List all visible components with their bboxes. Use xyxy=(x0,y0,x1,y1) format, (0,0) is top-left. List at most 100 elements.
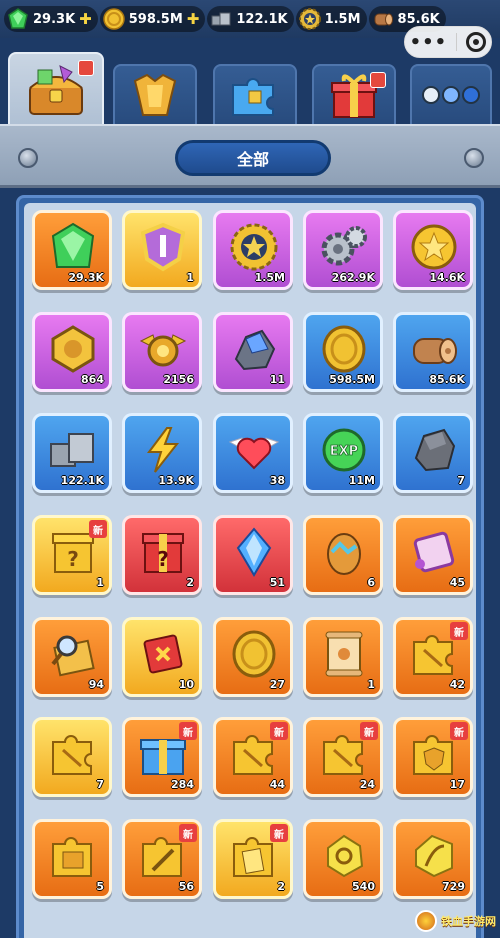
inventory-item[interactable]: 1 xyxy=(303,617,383,697)
puzzle-fragment-icon xyxy=(45,726,101,782)
star-coin-icon xyxy=(406,219,462,275)
inventory-item[interactable]: 729 xyxy=(393,819,473,899)
mystery-red-box-icon: ? xyxy=(135,524,191,580)
inventory-item[interactable]: ? 2 xyxy=(122,515,202,595)
inventory-item[interactable]: 24 新 xyxy=(303,717,383,797)
blue-crystal-ore-icon xyxy=(226,321,282,377)
wood-log-icon xyxy=(406,321,462,377)
inventory-item[interactable]: 14.6K xyxy=(393,210,473,290)
inventory-item[interactable]: 6 xyxy=(303,515,383,595)
inventory-item[interactable]: 45 xyxy=(393,515,473,595)
item-quantity: 6 xyxy=(367,576,375,589)
item-quantity: 1.5M xyxy=(254,271,285,284)
watermark-text: 铁血手游网 xyxy=(441,915,496,928)
winged-medal-icon xyxy=(135,321,191,377)
inventory-item[interactable]: 7 xyxy=(32,717,112,797)
inventory-item[interactable]: 122.1K xyxy=(32,413,112,493)
inventory-item[interactable]: 10 xyxy=(122,617,202,697)
book-puzzle-icon xyxy=(45,828,101,884)
inventory-item[interactable]: 598.5M xyxy=(303,312,383,392)
item-quantity: 38 xyxy=(269,474,285,487)
inventory-item[interactable]: 540 xyxy=(303,819,383,899)
star-gear-medal-icon xyxy=(226,219,282,275)
inventory-item[interactable]: 7 xyxy=(393,413,473,493)
inventory-item[interactable]: 27 xyxy=(213,617,293,697)
item-quantity: 10 xyxy=(178,678,194,691)
yellow-bow-stone-icon xyxy=(406,828,462,884)
red-scroll-icon xyxy=(135,626,191,682)
iron-ingot-icon xyxy=(45,422,101,478)
item-quantity: 262.9K xyxy=(331,271,375,284)
new-tag: 新 xyxy=(450,722,468,740)
gears-icon xyxy=(316,219,372,275)
yellow-rune-stone-icon xyxy=(316,828,372,884)
item-quantity: 85.6K xyxy=(429,373,465,386)
item-quantity: 13.9K xyxy=(158,474,194,487)
item-quantity: 1 xyxy=(96,576,104,589)
inventory-item[interactable]: 2156 xyxy=(122,312,202,392)
inventory-item[interactable]: 262.9K xyxy=(303,210,383,290)
item-quantity: 7 xyxy=(457,474,465,487)
inventory-item[interactable]: 94 xyxy=(32,617,112,697)
item-quantity: 11 xyxy=(269,373,285,386)
gold-shield-badge-icon xyxy=(45,321,101,377)
blue-crystal-icon xyxy=(226,524,282,580)
lightning-icon xyxy=(135,422,191,478)
item-quantity: 14.6K xyxy=(429,271,465,284)
svg-text:EXP: EXP xyxy=(330,444,358,459)
inventory-item[interactable]: 864 xyxy=(32,312,112,392)
svg-text:?: ? xyxy=(67,547,79,571)
item-quantity: 94 xyxy=(88,678,104,691)
item-quantity: 2 xyxy=(186,576,194,589)
stone-ore-icon xyxy=(406,422,462,478)
item-quantity: 2156 xyxy=(163,373,194,386)
item-quantity: 1 xyxy=(367,678,375,691)
inventory-item[interactable]: 17 新 xyxy=(393,717,473,797)
inventory-item[interactable]: 11 xyxy=(213,312,293,392)
inventory-item[interactable]: EXP 11M xyxy=(303,413,383,493)
inventory-item[interactable]: 38 xyxy=(213,413,293,493)
winged-heart-icon xyxy=(226,422,282,478)
item-quantity: 51 xyxy=(269,576,285,589)
dragon-egg-icon xyxy=(316,524,372,580)
magnifier-map-icon xyxy=(45,626,101,682)
exp-orb-icon: EXP xyxy=(316,422,372,478)
inventory-item[interactable]: 1.5M xyxy=(213,210,293,290)
inventory-item[interactable]: 2新 xyxy=(213,819,293,899)
item-quantity: 44 xyxy=(269,778,285,791)
item-quantity: 729 xyxy=(442,880,465,893)
item-quantity: 5 xyxy=(96,880,104,893)
new-tag: 新 xyxy=(450,622,468,640)
new-tag: 新 xyxy=(270,722,288,740)
item-quantity: 56 xyxy=(178,880,194,893)
inventory-item[interactable]: 1 xyxy=(122,210,202,290)
item-quantity: 27 xyxy=(269,678,285,691)
item-quantity: 29.3K xyxy=(68,271,104,284)
inventory-item[interactable]: ? 1 新 xyxy=(32,515,112,595)
new-tag: 新 xyxy=(89,520,107,538)
watermark-logo-icon xyxy=(415,910,437,932)
gold-coin-icon xyxy=(316,321,372,377)
inventory-item[interactable]: 85.6K xyxy=(393,312,473,392)
item-quantity: 284 xyxy=(171,778,194,791)
item-quantity: 7 xyxy=(96,778,104,791)
new-tag: 新 xyxy=(179,722,197,740)
new-tag: 新 xyxy=(179,824,197,842)
gold-coin-icon xyxy=(226,626,282,682)
watermark: 铁血手游网 xyxy=(376,906,496,936)
item-quantity: 122.1K xyxy=(60,474,104,487)
item-quantity: 2 xyxy=(277,880,285,893)
new-tag: 新 xyxy=(270,824,288,842)
inventory-item[interactable]: 42 新 xyxy=(393,617,473,697)
inventory-item[interactable]: 51 xyxy=(213,515,293,595)
inventory-item[interactable]: 44 新 xyxy=(213,717,293,797)
inventory-item[interactable]: 5 xyxy=(32,819,112,899)
item-quantity: 45 xyxy=(449,576,465,589)
inventory-item[interactable]: 284 新 xyxy=(122,717,202,797)
inventory-item[interactable]: 56 新 xyxy=(122,819,202,899)
item-quantity: 42 xyxy=(449,678,465,691)
inventory-item[interactable]: 13.9K xyxy=(122,413,202,493)
item-quantity: 17 xyxy=(449,778,465,791)
inventory-item[interactable]: 29.3K xyxy=(32,210,112,290)
green-gem-icon xyxy=(45,219,101,275)
